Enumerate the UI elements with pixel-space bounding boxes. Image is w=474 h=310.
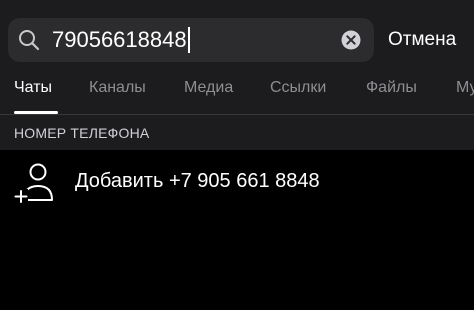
tab-music[interactable]: Му	[456, 72, 474, 104]
tab-channels[interactable]: Каналы	[89, 72, 146, 104]
search-input-value: 79056618848	[52, 27, 187, 52]
filter-tabs: Чаты Каналы Медиа Ссылки Файлы Му	[0, 72, 474, 114]
add-contact-row[interactable]: Добавить +7 905 661 8848	[0, 150, 474, 212]
tab-media[interactable]: Медиа	[184, 72, 233, 104]
tab-chats[interactable]: Чаты	[14, 72, 52, 104]
search-input[interactable]: 79056618848	[52, 18, 190, 62]
search-header: 79056618848 Отмена Чаты Каналы Медиа Ссы…	[0, 0, 474, 114]
tab-files[interactable]: Файлы	[366, 72, 417, 104]
clear-icon[interactable]	[341, 30, 361, 50]
tab-links[interactable]: Ссылки	[270, 72, 326, 104]
section-title: НОМЕР ТЕЛЕФОНА	[14, 125, 150, 141]
section-header: НОМЕР ТЕЛЕФОНА	[0, 114, 474, 150]
cancel-button[interactable]: Отмена	[388, 18, 456, 62]
search-icon	[19, 30, 40, 51]
add-user-icon	[14, 163, 53, 203]
text-caret	[187, 26, 190, 53]
add-contact-label: Добавить +7 905 661 8848	[75, 170, 320, 192]
search-field[interactable]: 79056618848	[8, 18, 374, 62]
